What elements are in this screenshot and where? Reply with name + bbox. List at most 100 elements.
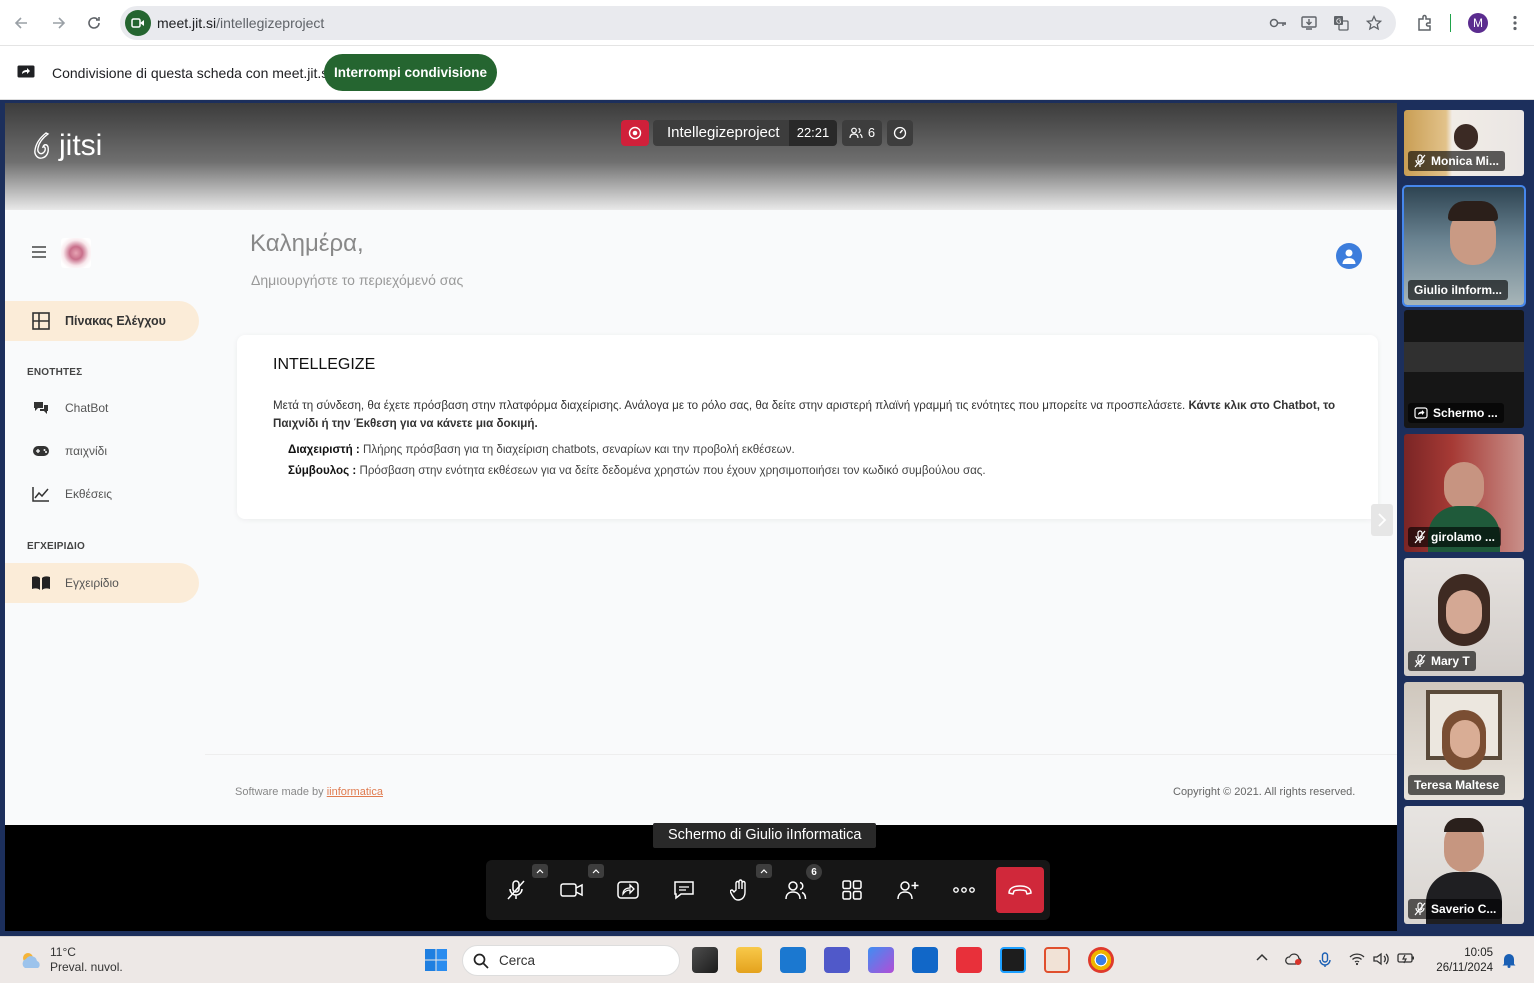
volume-icon[interactable] [1373, 952, 1389, 968]
notification-bell-icon[interactable] [1502, 952, 1518, 968]
sidebar-section-modules: ΕΝΟΤΗΤΕΣ [27, 367, 83, 378]
participant-name: Schermo ... [1433, 406, 1498, 420]
card-title: INTELLEGIZE [273, 356, 376, 373]
weather-widget[interactable]: 11°C Preval. nuvol. [18, 945, 123, 975]
cloud-sun-icon [22, 953, 40, 968]
greeting-title: Καλημέρα, [250, 230, 364, 257]
role-admin-label: Διαχειριστή : [288, 443, 360, 456]
mic-off-icon [507, 880, 525, 900]
share-screen-button[interactable] [608, 870, 648, 910]
recording-icon[interactable] [621, 120, 649, 146]
camera-options-chevron-icon[interactable] [588, 864, 604, 878]
toolbar-divider [1450, 14, 1451, 32]
stop-sharing-button[interactable]: Interrompi condivisione [324, 54, 497, 91]
password-key-icon[interactable] [1269, 15, 1286, 31]
clock-date: 26/11/2024 [1436, 962, 1493, 974]
webex-icon[interactable] [1000, 947, 1026, 973]
mute-mic-button[interactable] [496, 870, 536, 910]
tile-view-button[interactable] [832, 870, 872, 910]
translate-icon[interactable]: G [1333, 15, 1349, 31]
mic-muted-icon [1414, 154, 1426, 168]
show-hidden-icons-chevron-icon[interactable] [1255, 952, 1271, 968]
file-explorer-icon[interactable] [736, 947, 762, 973]
more-actions-button[interactable] [944, 870, 984, 910]
participant-tile[interactable]: Mary T [1404, 558, 1524, 676]
tab-sharing-banner: Condivisione di questa scheda con meet.j… [0, 46, 1534, 100]
camera-button[interactable] [552, 870, 592, 910]
extensions-icon[interactable] [1416, 14, 1434, 32]
wifi-icon[interactable] [1349, 952, 1365, 968]
chrome-icon[interactable] [1088, 947, 1114, 973]
bookmark-star-icon[interactable] [1366, 15, 1382, 31]
jitsi-logo-text: jitsi [59, 129, 103, 162]
leave-meeting-button[interactable] [996, 867, 1044, 913]
anydesk-icon[interactable] [956, 947, 982, 973]
system-clock[interactable]: 10:05 26/11/2024 [1425, 946, 1493, 976]
address-bar[interactable]: meet.jit.si/intellegizeproject G [120, 6, 1396, 40]
card-body: Μετά τη σύνδεση, θα έχετε πρόσβαση στην … [273, 397, 1348, 433]
mail-icon[interactable] [780, 947, 806, 973]
sidebar-section-manual: ΕΓΧΕΙΡΙΔΙΟ [27, 541, 85, 552]
participant-tile[interactable]: girolamo ... [1404, 434, 1524, 552]
reactions-chevron-icon[interactable] [756, 864, 772, 878]
participant-video [1444, 462, 1484, 510]
site-info-icon[interactable] [125, 10, 151, 36]
screen-share-icon [1414, 407, 1428, 419]
reload-icon[interactable] [82, 11, 106, 35]
microphone-tray-icon[interactable] [1318, 952, 1334, 968]
footer-divider [205, 754, 1397, 755]
sidebar-item-dashboard[interactable]: Πίνακας Ελέγχου [5, 301, 199, 341]
teams-icon[interactable] [824, 947, 850, 973]
task-view-icon[interactable] [692, 947, 718, 973]
participants-badge: 6 [806, 864, 822, 880]
browser-menu-icon[interactable] [1506, 14, 1524, 32]
screen-share-preview [1404, 342, 1524, 372]
forward-icon[interactable] [46, 11, 70, 35]
invite-people-button[interactable] [888, 870, 928, 910]
sidebar-item-game[interactable]: παιχνίδι [5, 431, 199, 471]
profile-avatar[interactable]: M [1468, 13, 1488, 33]
participant-name-tag: girolamo ... [1408, 527, 1502, 547]
participant-video [1450, 720, 1480, 758]
line-chart-icon [31, 484, 51, 504]
store-icon[interactable] [912, 947, 938, 973]
back-icon[interactable] [10, 11, 34, 35]
user-account-icon[interactable] [1336, 243, 1362, 269]
presentation-app-icon[interactable] [1044, 947, 1070, 973]
next-arrow-icon[interactable] [1371, 504, 1393, 536]
dashboard-grid-icon [31, 311, 51, 331]
copilot-icon[interactable] [868, 947, 894, 973]
weather-temp: 11°C [50, 945, 76, 959]
participant-video [1454, 124, 1478, 150]
hamburger-menu-icon[interactable] [31, 245, 47, 259]
participant-tile[interactable]: Schermo ... [1404, 310, 1524, 428]
participant-tile[interactable]: Saverio C... [1404, 806, 1524, 924]
search-placeholder: Cerca [499, 953, 536, 968]
mic-options-chevron-icon[interactable] [532, 864, 548, 878]
sidebar-item-chatbot[interactable]: ChatBot [5, 388, 199, 428]
participants-count-pill[interactable]: 6 [842, 120, 882, 146]
participant-tile[interactable]: Teresa Maltese [1404, 682, 1524, 800]
cloud-sync-icon[interactable] [1285, 952, 1302, 968]
participant-tile-active[interactable]: Giulio iInform... [1402, 185, 1526, 307]
mic-muted-icon [1414, 530, 1426, 544]
tile-view-icon [842, 880, 862, 900]
share-screen-icon [617, 881, 639, 899]
clock-time: 10:05 [1464, 947, 1493, 959]
hangup-phone-icon [1008, 885, 1032, 895]
sidebar-item-manual[interactable]: Εγχειρίδιο [5, 563, 199, 603]
chat-button[interactable] [664, 870, 704, 910]
install-app-icon[interactable] [1301, 15, 1317, 31]
windows-start-icon[interactable] [424, 948, 448, 972]
screen-owner-label: Schermo di Giulio iInformatica [653, 823, 877, 848]
taskbar-search[interactable]: Cerca [462, 945, 680, 976]
raise-hand-button[interactable] [720, 870, 760, 910]
participant-video [1446, 590, 1482, 634]
sidebar-item-reports[interactable]: Εκθέσεις [5, 474, 199, 514]
battery-icon[interactable] [1397, 952, 1414, 968]
role-advisor-text: Πρόσβαση στην ενότητα εκθέσεων για να δε… [356, 464, 986, 477]
participant-count: 6 [867, 125, 876, 140]
footer-credit-link[interactable]: iinformatica [327, 786, 383, 798]
participant-tile[interactable]: Monica Mi... [1404, 110, 1524, 176]
connection-speed-icon[interactable] [887, 120, 913, 146]
